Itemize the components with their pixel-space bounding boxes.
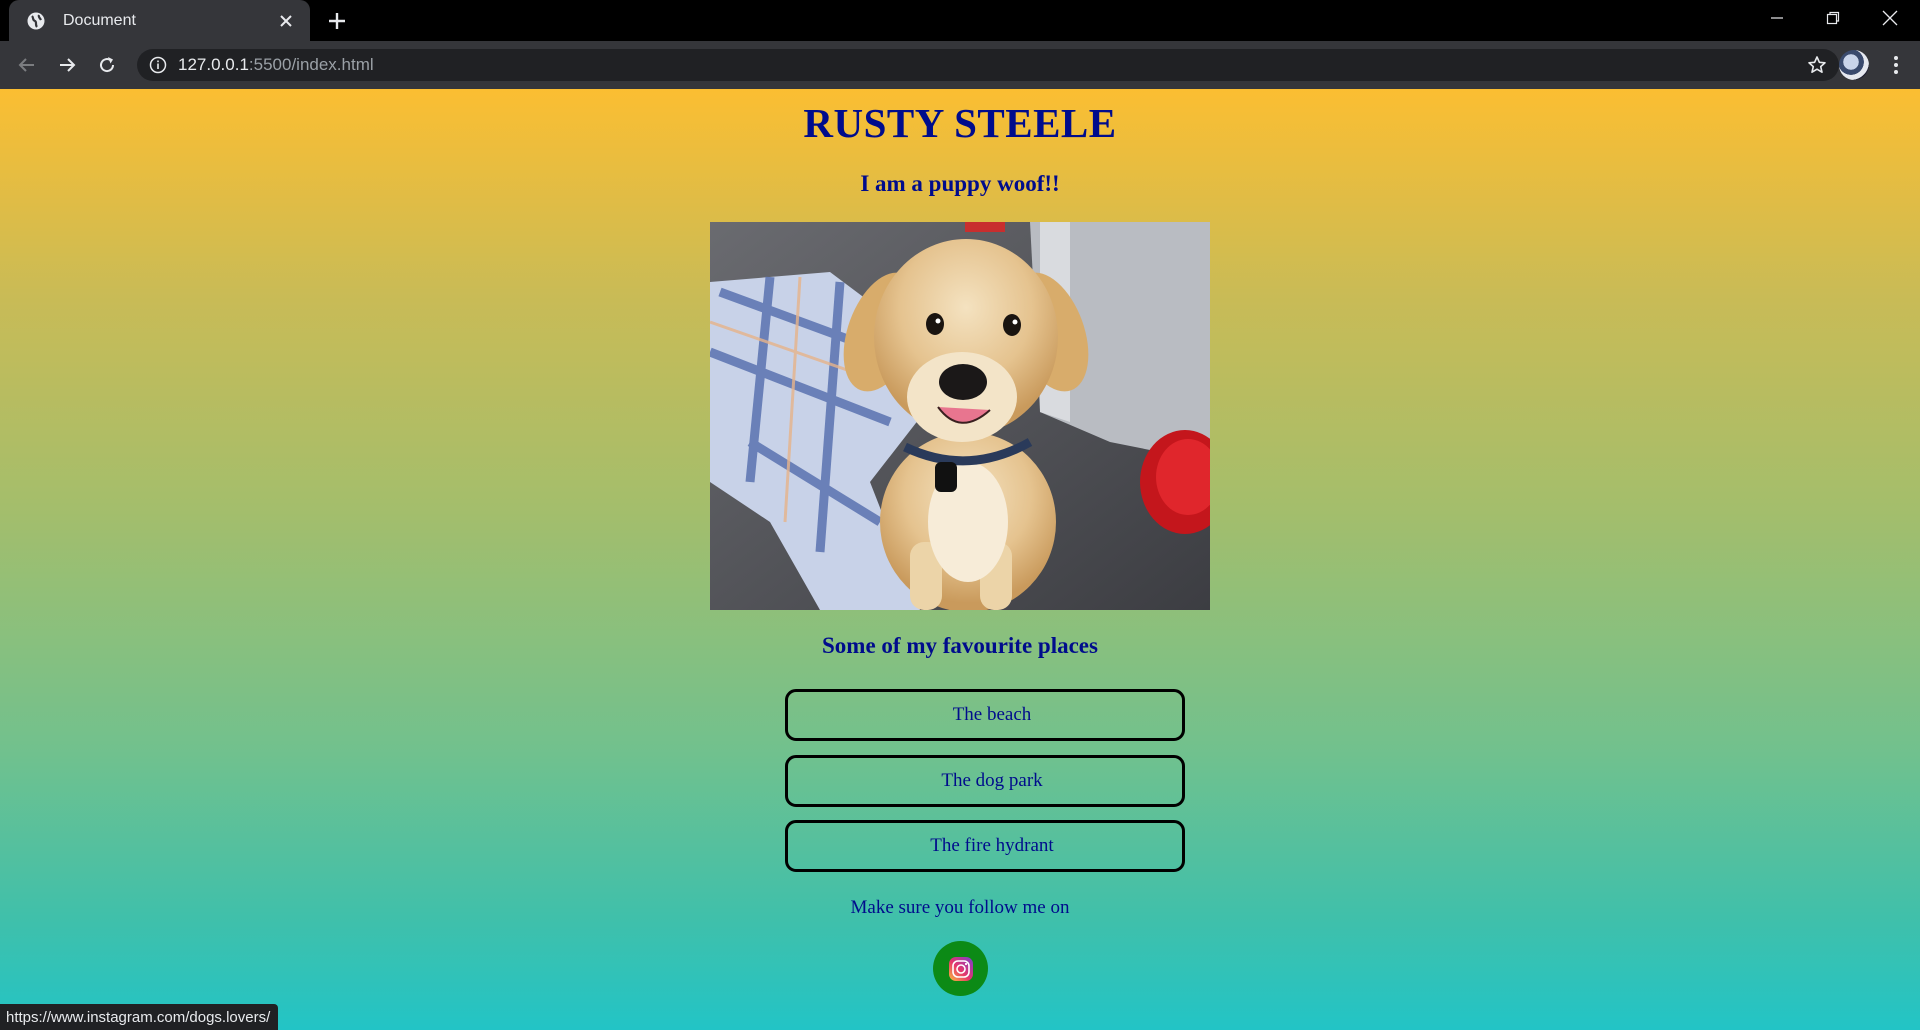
close-window-icon[interactable] xyxy=(1862,0,1918,36)
page-subtitle: I am a puppy woof!! xyxy=(860,171,1060,196)
info-icon[interactable] xyxy=(149,56,167,74)
new-tab-icon[interactable] xyxy=(325,9,349,33)
places-heading: Some of my favourite places xyxy=(822,633,1098,658)
profile-avatar[interactable] xyxy=(1839,50,1869,80)
menu-dots-icon[interactable] xyxy=(1882,51,1910,79)
address-bar[interactable]: 127.0.0.1:5500/index.html xyxy=(137,49,1839,81)
bookmark-star-icon[interactable] xyxy=(1807,55,1827,75)
tab-document[interactable]: Document xyxy=(9,0,310,41)
browser-toolbar: 127.0.0.1:5500/index.html xyxy=(0,41,1920,89)
place-button-dog-park[interactable]: The dog park xyxy=(785,755,1185,807)
reload-icon[interactable] xyxy=(93,51,121,79)
url-text[interactable]: 127.0.0.1:5500/index.html xyxy=(178,55,374,75)
puppy-photo xyxy=(710,222,1210,610)
back-arrow-icon[interactable] xyxy=(13,51,41,79)
tab-strip: Document xyxy=(0,0,1920,41)
globe-icon xyxy=(26,11,46,31)
instagram-icon xyxy=(948,956,974,982)
status-bar-url: https://www.instagram.com/dogs.lovers/ xyxy=(0,1004,279,1030)
place-button-fire-hydrant[interactable]: The fire hydrant xyxy=(785,820,1185,872)
page-title: RUSTY STEELE xyxy=(803,100,1117,146)
tab-title: Document xyxy=(63,11,136,29)
close-tab-icon[interactable] xyxy=(276,11,296,31)
minimize-icon[interactable] xyxy=(1749,0,1805,36)
url-path: :5500/index.html xyxy=(248,55,374,74)
url-host: 127.0.0.1 xyxy=(178,55,249,74)
place-button-beach[interactable]: The beach xyxy=(785,689,1185,741)
restore-icon[interactable] xyxy=(1805,0,1861,36)
instagram-link[interactable] xyxy=(933,941,988,996)
page-viewport: RUSTY STEELE I am a puppy woof!! Some of… xyxy=(0,89,1920,1030)
forward-arrow-icon[interactable] xyxy=(53,51,81,79)
follow-text: Make sure you follow me on xyxy=(850,897,1070,918)
